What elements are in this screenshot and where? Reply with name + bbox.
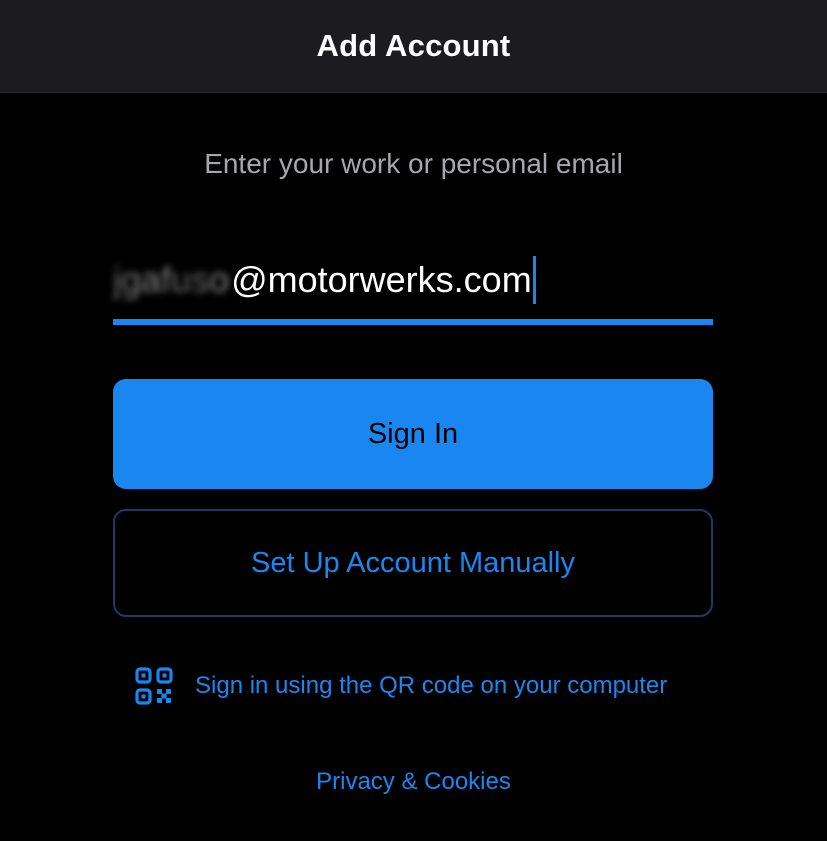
email-local-part-redacted: jgafuso xyxy=(113,258,230,300)
qr-sign-in-label: Sign in using the QR code on your comput… xyxy=(195,672,668,699)
navigation-bar: Add Account xyxy=(0,0,827,93)
add-account-screen: Add Account Enter your work or personal … xyxy=(0,0,827,841)
text-caret xyxy=(532,255,536,304)
privacy-cookies-link[interactable]: Privacy & Cookies xyxy=(0,768,827,796)
setup-account-manually-button[interactable]: Set Up Account Manually xyxy=(113,509,713,617)
email-field[interactable]: jgafuso @motorwerks.com xyxy=(113,240,713,325)
qr-sign-in-link[interactable]: Sign in using the QR code on your comput… xyxy=(135,666,667,706)
email-prompt: Enter your work or personal email xyxy=(204,148,623,179)
sign-in-button[interactable]: Sign In xyxy=(113,379,713,489)
email-domain-text: @motorwerks.com xyxy=(231,258,532,300)
qr-code-icon xyxy=(135,667,173,705)
page-title: Add Account xyxy=(316,28,511,63)
